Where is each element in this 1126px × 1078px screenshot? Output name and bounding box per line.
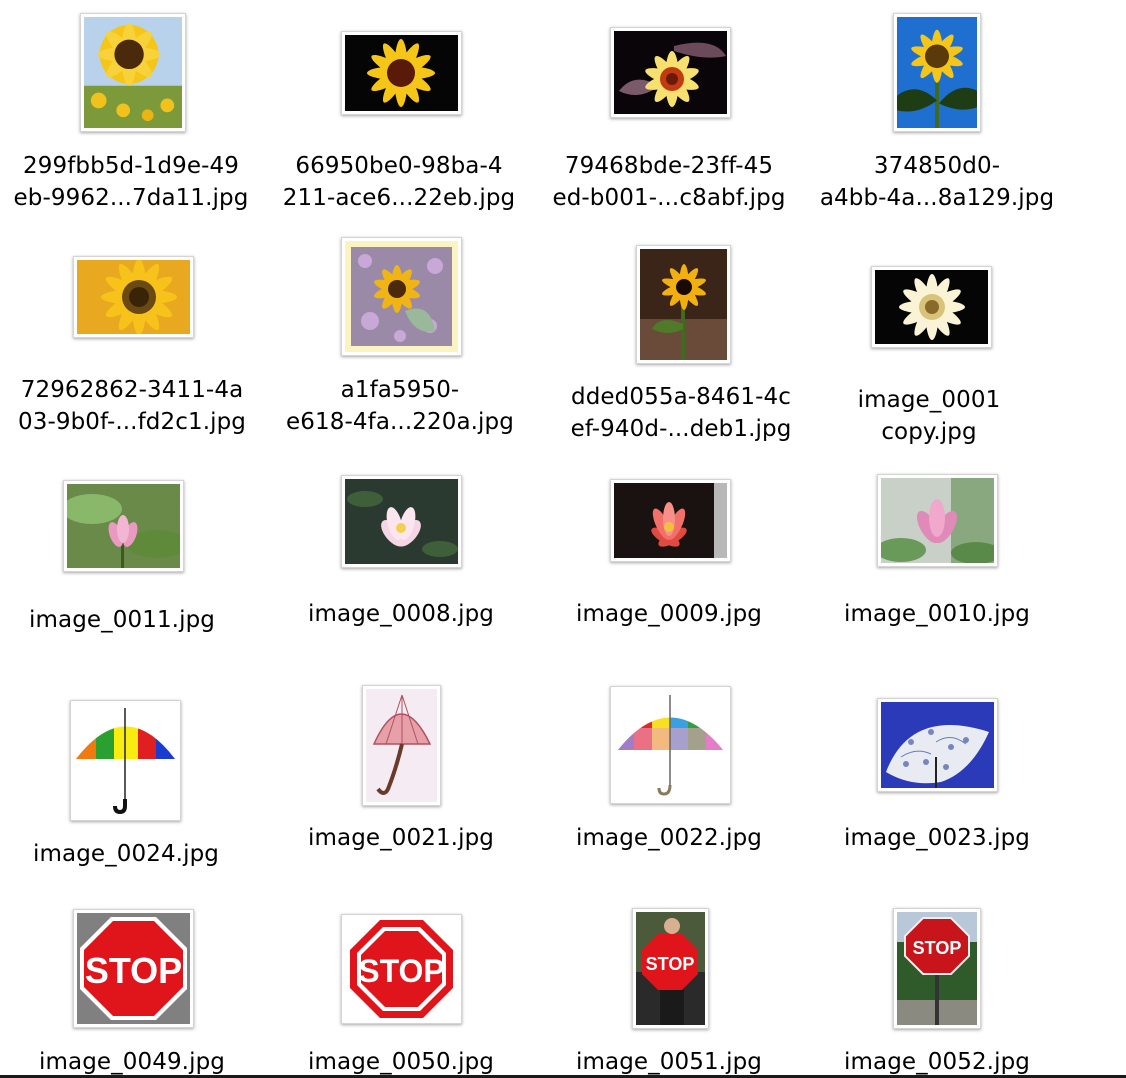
lotus-dark-water-icon [341,475,462,568]
file-name: image_0023.jpg [844,825,1030,851]
file-name: image_0021.jpg [308,825,494,851]
file-name: 72962862-3411-4a 03-9b0f-...fd2c1.jpg [17,377,246,435]
file-name: image_0050.jpg [308,1049,494,1075]
lotus-pond-icon [63,480,184,572]
file-name: 79468bde-23ff-45 ed-b001-...c8abf.jpg [552,153,786,211]
file-name: dded055a-8461-4c ef-940d-...deb1.jpg [570,384,792,442]
file-name: 299fbb5d-1d9e-49 eb-9962...7da11.jpg [13,153,249,211]
sunflower-white-icon [871,266,992,348]
file-name: image_0008.jpg [308,601,494,627]
umbrella-patchwork-icon [610,686,731,804]
sunflower-dark-leaves-icon [610,27,731,118]
sunflower-blue-sky-icon [893,13,981,132]
sunflower-field-icon [80,13,186,132]
file-name: image_0010.jpg [844,601,1030,627]
sunflower-black-bg-icon [341,31,462,115]
file-grid: 299fbb5d-1d9e-49 eb-9962...7da11.jpg 669… [0,0,1126,1078]
stop-sign-gray-bg-icon: STOP [73,909,194,1028]
stop-sign-person-icon: STOP [632,908,709,1029]
file-name: 374850d0- a4bb-4a...8a129.jpg [819,153,1055,211]
sunflower-painting-icon [341,237,462,356]
file-name: image_0022.jpg [576,825,762,851]
file-name: image_0052.jpg [844,1049,1030,1075]
stop-sign-white-bg-icon: STOP [341,914,462,1024]
umbrella-pink-drawing-icon [362,685,441,806]
stop-text: STOP [358,953,445,989]
sunflower-garden-icon [636,245,731,364]
umbrella-blue-pattern-icon [877,698,998,792]
file-name: image_0009.jpg [576,601,762,627]
file-name: image_0049.jpg [39,1049,225,1075]
stop-text: STOP [913,938,962,958]
umbrella-rainbow-icon [70,700,181,821]
stop-text: STOP [646,954,695,974]
file-name: image_0051.jpg [576,1049,762,1075]
sunflower-closeup-icon [73,256,194,338]
lotus-pink-icon [877,474,998,567]
file-name: image_0001 copy.jpg [857,387,1001,445]
stop-sign-street-icon: STOP [893,908,981,1029]
file-name: a1fa5950- e618-4fa...220a.jpg [286,377,514,435]
file-name: image_0011.jpg [29,607,215,633]
file-name: 66950be0-98ba-4 211-ace6...22eb.jpg [282,153,516,211]
water-lily-red-icon [610,479,731,562]
stop-text: STOP [85,950,182,991]
file-name: image_0024.jpg [33,841,219,867]
